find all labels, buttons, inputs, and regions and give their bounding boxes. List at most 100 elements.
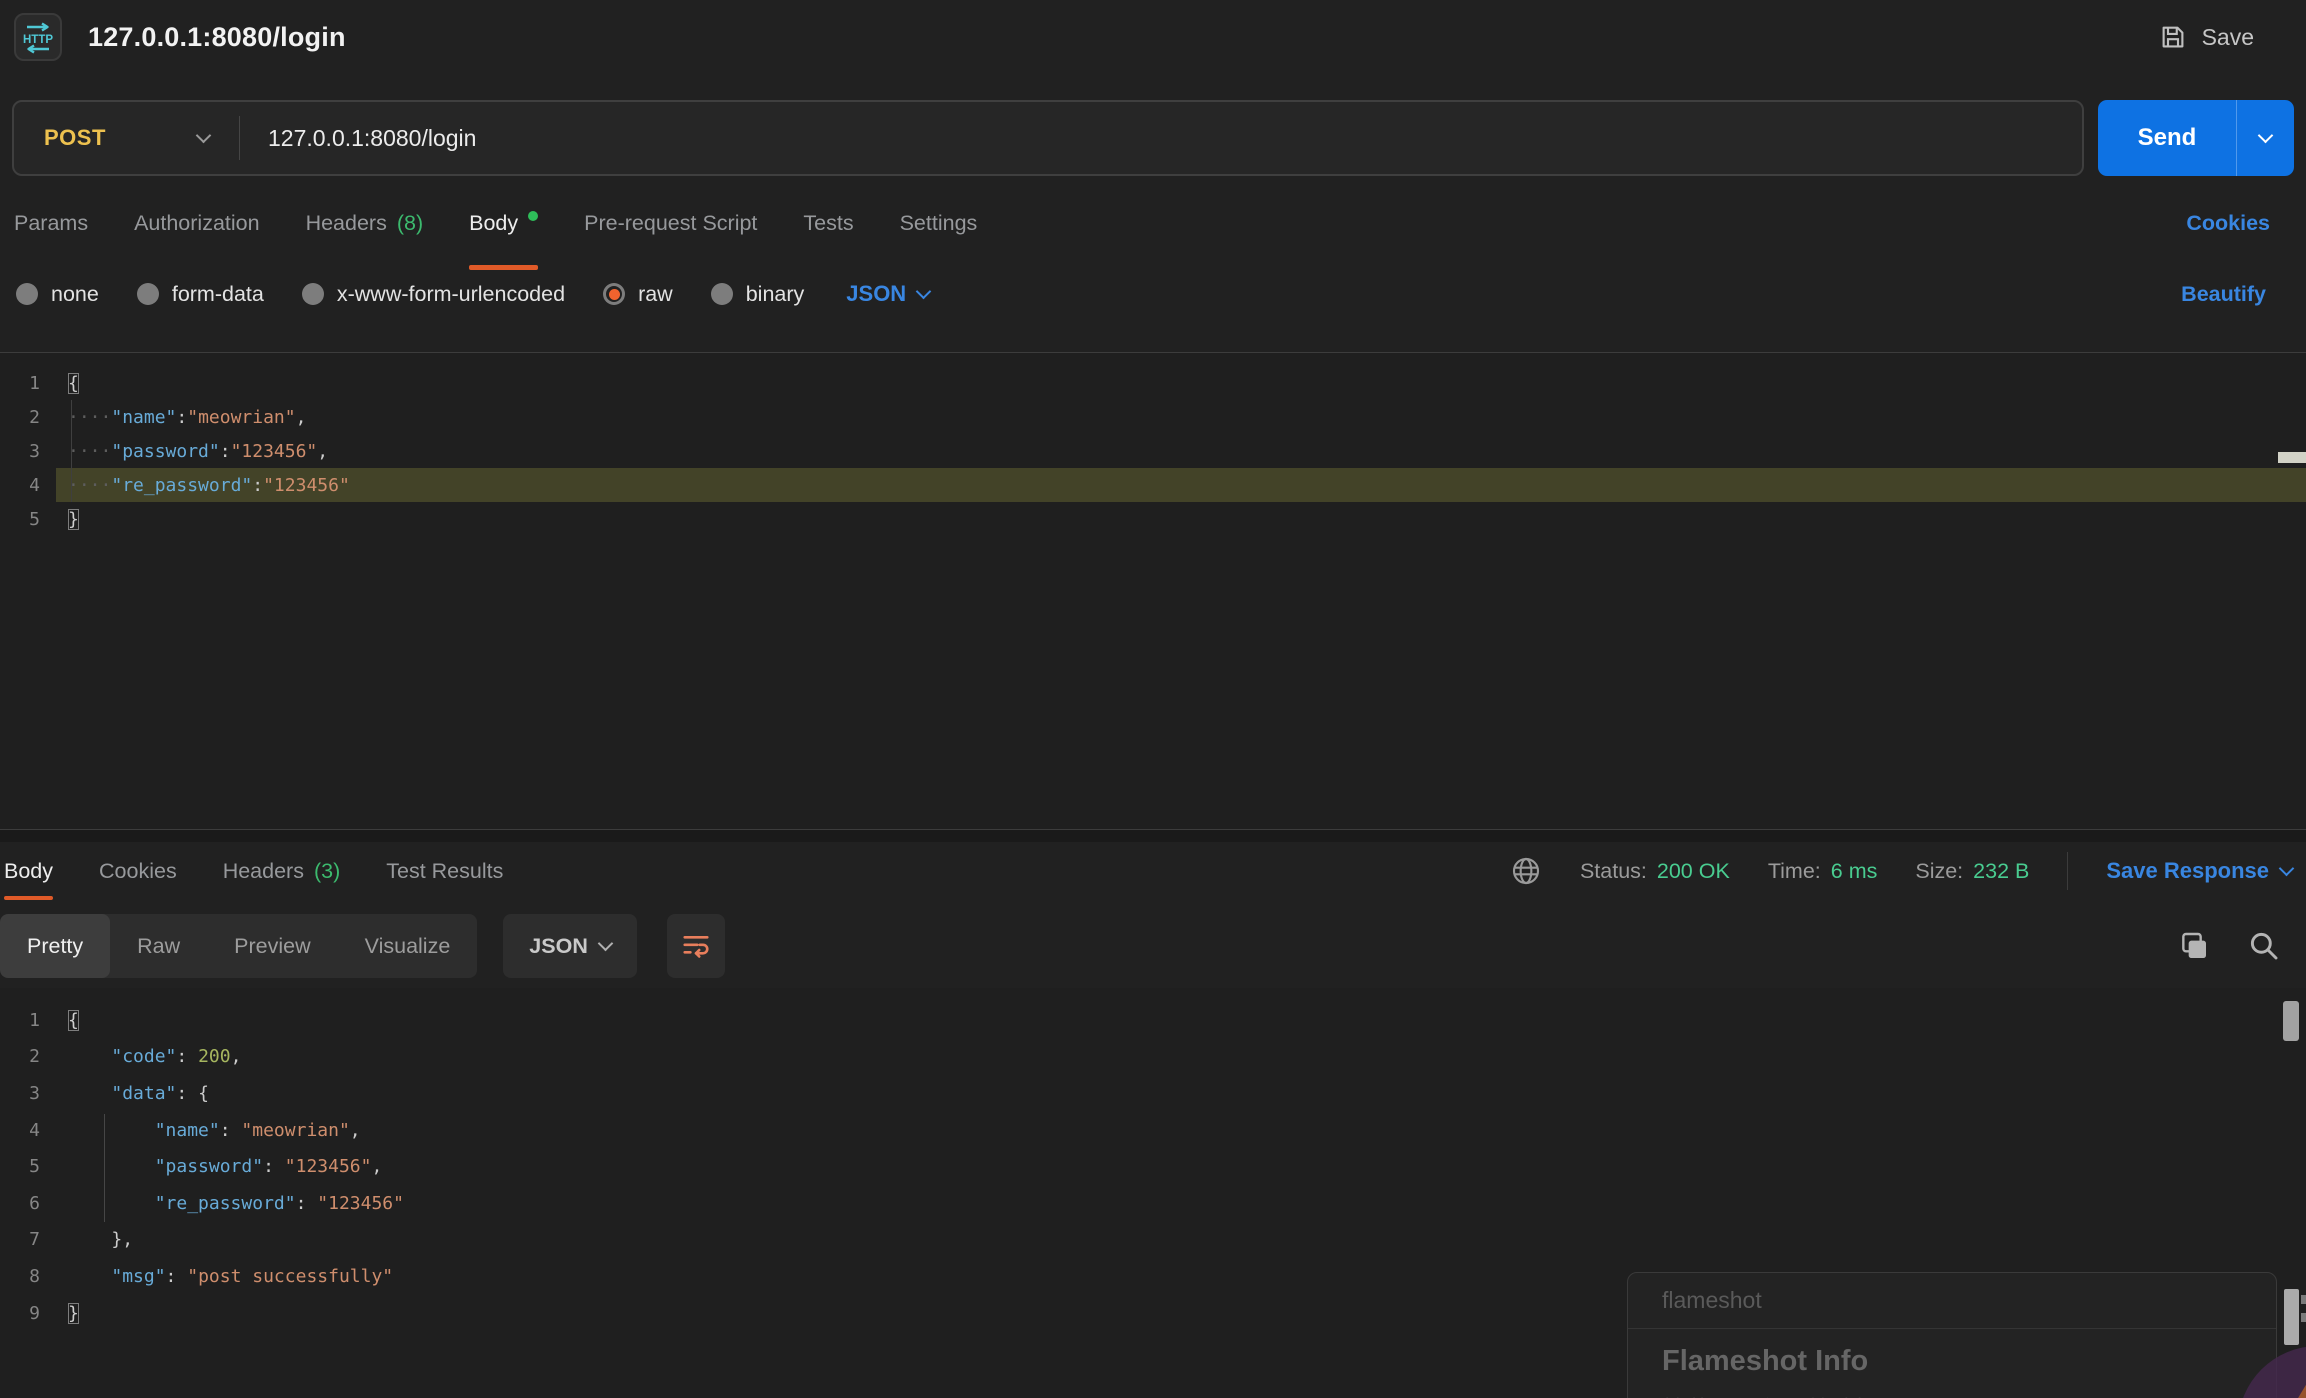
code-line-3[interactable]: 3····"password":"123456",: [0, 434, 2306, 468]
size-indicator[interactable]: Size: 232 B: [1915, 859, 2029, 884]
save-response-button[interactable]: Save Response: [2106, 858, 2292, 884]
notification-heading: Flameshot Info: [1662, 1345, 2276, 1378]
body-language-selector[interactable]: JSON: [846, 281, 929, 307]
line-number: 1: [0, 373, 40, 394]
body-mode-none[interactable]: none: [16, 282, 99, 307]
line-content: }: [68, 509, 79, 530]
tab-authorization[interactable]: Authorization: [134, 176, 260, 270]
response-tab-cookies[interactable]: Cookies: [99, 842, 177, 900]
line-content: "code": 200,: [68, 1046, 241, 1067]
line-number: 9: [0, 1303, 40, 1324]
line-content: ····"re_password":"123456": [68, 475, 350, 496]
pane-divider[interactable]: [0, 830, 2306, 842]
notification-window-title: flameshot: [1662, 1287, 2276, 1328]
method-label: POST: [44, 125, 106, 151]
body-mode-raw[interactable]: raw: [603, 282, 673, 307]
globe-icon: [1510, 855, 1542, 887]
line-content: {: [68, 1010, 79, 1031]
chevron-down-icon: [2279, 860, 2295, 876]
code-line-5[interactable]: 5}: [0, 502, 2306, 536]
response-scrollbar-thumb[interactable]: [2283, 1001, 2299, 1041]
chevron-down-icon: [2258, 127, 2274, 143]
line-content: "password": "123456",: [68, 1156, 382, 1177]
line-content: {: [68, 373, 79, 394]
tab-authorization-label: Authorization: [134, 211, 260, 236]
request-header-bar: HTTP 127.0.0.1:8080/login Save: [0, 0, 2306, 74]
request-url-row: POST 127.0.0.1:8080/login Send: [12, 100, 2294, 176]
overview-ruler-mark: [2278, 452, 2306, 463]
view-tab-raw[interactable]: Raw: [110, 914, 207, 978]
line-number: 4: [0, 475, 40, 496]
request-tabs-row: Params Authorization Headers(8) Body Pre-req…: [0, 176, 2306, 270]
request-body-editor[interactable]: 1{2····"name":"meowrian",3····"password"…: [0, 352, 2306, 830]
send-button[interactable]: Send: [2098, 100, 2294, 176]
view-tab-visualize[interactable]: Visualize: [338, 914, 478, 978]
code-line-7: 7 },: [0, 1222, 2306, 1259]
divider: [1628, 1328, 2276, 1329]
language-label: JSON: [846, 281, 906, 307]
send-label: Send: [2098, 100, 2236, 176]
wrap-text-button[interactable]: [667, 914, 725, 978]
time-label: Time:: [1768, 859, 1821, 884]
status-indicator[interactable]: Status: 200 OK: [1580, 859, 1730, 884]
tab-pre-request-script[interactable]: Pre-request Script: [584, 176, 757, 270]
body-mode-x-www-form-urlencoded[interactable]: x-www-form-urlencoded: [302, 282, 565, 307]
language-label: JSON: [529, 934, 588, 959]
line-content: ····"name":"meowrian",: [68, 407, 306, 428]
http-arrows-icon: HTTP: [20, 19, 56, 55]
body-modified-dot: [528, 211, 538, 221]
beautify-link[interactable]: Beautify: [2181, 282, 2266, 307]
view-tab-pretty[interactable]: Pretty: [0, 914, 110, 978]
tab-tests[interactable]: Tests: [803, 176, 853, 270]
request-code: 1{2····"name":"meowrian",3····"password"…: [0, 366, 2306, 536]
line-content: "name": "meowrian",: [68, 1120, 361, 1141]
url-input[interactable]: 127.0.0.1:8080/login: [240, 125, 2082, 152]
response-tab-cookies-label: Cookies: [99, 859, 177, 884]
code-line-6: 6 "re_password": "123456": [0, 1185, 2306, 1222]
save-button[interactable]: Save: [2152, 21, 2260, 53]
search-response-button[interactable]: [2242, 929, 2286, 963]
code-line-2[interactable]: 2····"name":"meowrian",: [0, 400, 2306, 434]
tab-params-label: Params: [14, 211, 88, 236]
overlay-scrollbar-thumb: [2284, 1289, 2299, 1345]
radio-raw-icon: [603, 283, 625, 305]
flameshot-notification: flameshot Flameshot Info 捕获已保存至剪贴板: [1627, 1272, 2277, 1398]
response-language-selector[interactable]: JSON: [503, 914, 637, 978]
body-mode-form-data[interactable]: form-data: [137, 282, 264, 307]
cookies-link[interactable]: Cookies: [2186, 211, 2270, 236]
code-line-5: 5 "password": "123456",: [0, 1148, 2306, 1185]
time-indicator[interactable]: Time: 6 ms: [1768, 859, 1878, 884]
response-tab-headers[interactable]: Headers(3): [223, 842, 341, 900]
send-options-button[interactable]: [2236, 100, 2294, 176]
code-line-4[interactable]: 4 ····"re_password":"123456": [0, 468, 2306, 502]
chevron-down-icon: [916, 283, 932, 299]
code-line-1: 1{: [0, 1002, 2306, 1039]
tab-params[interactable]: Params: [14, 176, 88, 270]
line-content: },: [68, 1229, 133, 1250]
search-icon: [2248, 930, 2280, 962]
tab-tests-label: Tests: [803, 211, 853, 236]
response-toolbar: PrettyRawPreviewVisualize JSON: [0, 900, 2306, 988]
url-input-group: POST 127.0.0.1:8080/login: [12, 100, 2084, 176]
line-number: 2: [0, 1046, 40, 1067]
response-tab-headers-label: Headers: [223, 859, 304, 884]
view-tab-preview[interactable]: Preview: [207, 914, 337, 978]
line-number: 6: [0, 1193, 40, 1214]
radio-x-www-form-urlencoded-icon: [302, 283, 324, 305]
line-number: 3: [0, 1083, 40, 1104]
line-number: 7: [0, 1229, 40, 1250]
http-request-icon: HTTP: [14, 13, 62, 61]
tab-body[interactable]: Body: [469, 176, 538, 270]
response-tab-test-results[interactable]: Test Results: [386, 842, 503, 900]
tab-settings[interactable]: Settings: [900, 176, 978, 270]
body-mode-binary[interactable]: binary: [711, 282, 805, 307]
wrap-text-icon: [681, 931, 711, 961]
status-value: 200 OK: [1657, 859, 1730, 884]
copy-response-button[interactable]: [2172, 929, 2216, 963]
code-line-1[interactable]: 1{: [0, 366, 2306, 400]
response-tabs: Body Cookies Headers(3) Test Results: [4, 842, 503, 900]
method-selector[interactable]: POST: [14, 125, 239, 151]
api-client-app: { "colors":{ "accent_orange":"#e05a28","…: [0, 0, 2306, 1398]
response-tab-body[interactable]: Body: [4, 842, 53, 900]
tab-headers[interactable]: Headers(8): [306, 176, 424, 270]
